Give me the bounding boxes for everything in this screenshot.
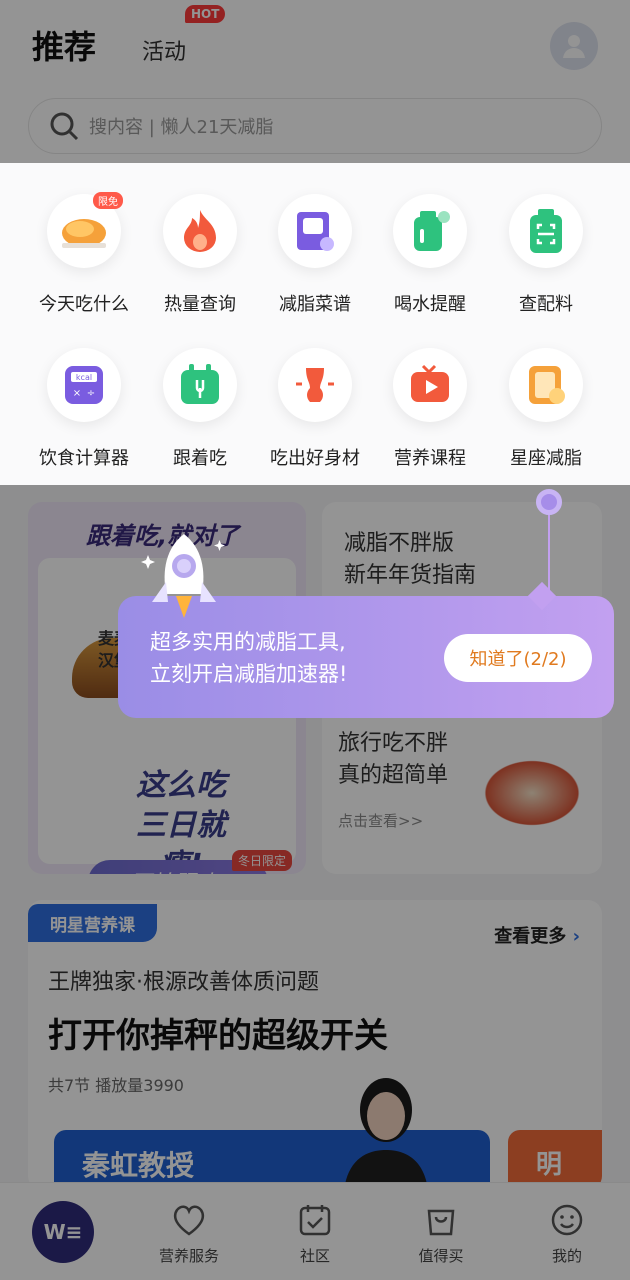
calendar-fork-icon [163, 348, 237, 422]
tool-follow-eat[interactable]: 跟着吃 [137, 348, 263, 470]
tool-label: 跟着吃 [173, 448, 227, 469]
tool-label: 吃出好身材 [270, 448, 360, 469]
tool-label: 饮食计算器 [39, 448, 129, 469]
water-bottle-icon [393, 194, 467, 268]
tools-panel: 限免 今天吃什么 热量查询 减脂菜谱 喝水提醒 查配料 kcal × ÷ 饮食计… [0, 163, 630, 485]
svg-text:kcal: kcal [76, 373, 92, 382]
tool-label: 减脂菜谱 [279, 294, 351, 315]
tool-label: 今天吃什么 [39, 294, 129, 315]
app-page: 推荐 活动 HOT 搜内容 | 懒人21天减脂 跟着吃,就对了 麦麦 汉堡 冬日… [0, 0, 630, 1280]
tool-diet-calculator[interactable]: kcal × ÷ 饮食计算器 [21, 348, 147, 470]
tool-fat-loss-recipe[interactable]: 减脂菜谱 [252, 194, 378, 316]
recipe-book-icon [278, 194, 352, 268]
tool-calorie-lookup[interactable]: 热量查询 [137, 194, 263, 316]
tool-water-reminder[interactable]: 喝水提醒 [367, 194, 493, 316]
tool-label: 热量查询 [164, 294, 236, 315]
body-shape-icon [278, 348, 352, 422]
free-badge: 限免 [93, 192, 123, 209]
tooltip-text: 超多实用的减脂工具, 立刻开启减脂加速器! [150, 630, 348, 686]
rocket-icon [141, 534, 225, 618]
tool-nutrition-course[interactable]: 营养课程 [367, 348, 493, 470]
kcal-calculator-icon: kcal × ÷ [47, 348, 121, 422]
video-play-icon [393, 348, 467, 422]
svg-text:÷: ÷ [87, 388, 95, 399]
roast-chicken-icon: 限免 [47, 192, 123, 268]
got-it-button[interactable]: 知道了(2/2) [444, 634, 592, 682]
ingredient-scan-icon [509, 194, 583, 268]
svg-text:×: × [73, 388, 81, 399]
tool-label: 喝水提醒 [394, 294, 466, 315]
tool-check-ingredients[interactable]: 查配料 [483, 194, 609, 316]
guide-pin-dot [536, 489, 562, 515]
tool-label: 营养课程 [394, 448, 466, 469]
tool-what-to-eat[interactable]: 限免 今天吃什么 [21, 192, 147, 316]
tool-label: 星座减脂 [510, 448, 582, 469]
tool-zodiac-fat-loss[interactable]: 星座减脂 [483, 348, 609, 470]
guide-pin-line [548, 512, 550, 598]
flame-icon [163, 194, 237, 268]
zodiac-card-icon [509, 348, 583, 422]
tool-good-figure[interactable]: 吃出好身材 [252, 348, 378, 470]
tool-label: 查配料 [519, 294, 573, 315]
